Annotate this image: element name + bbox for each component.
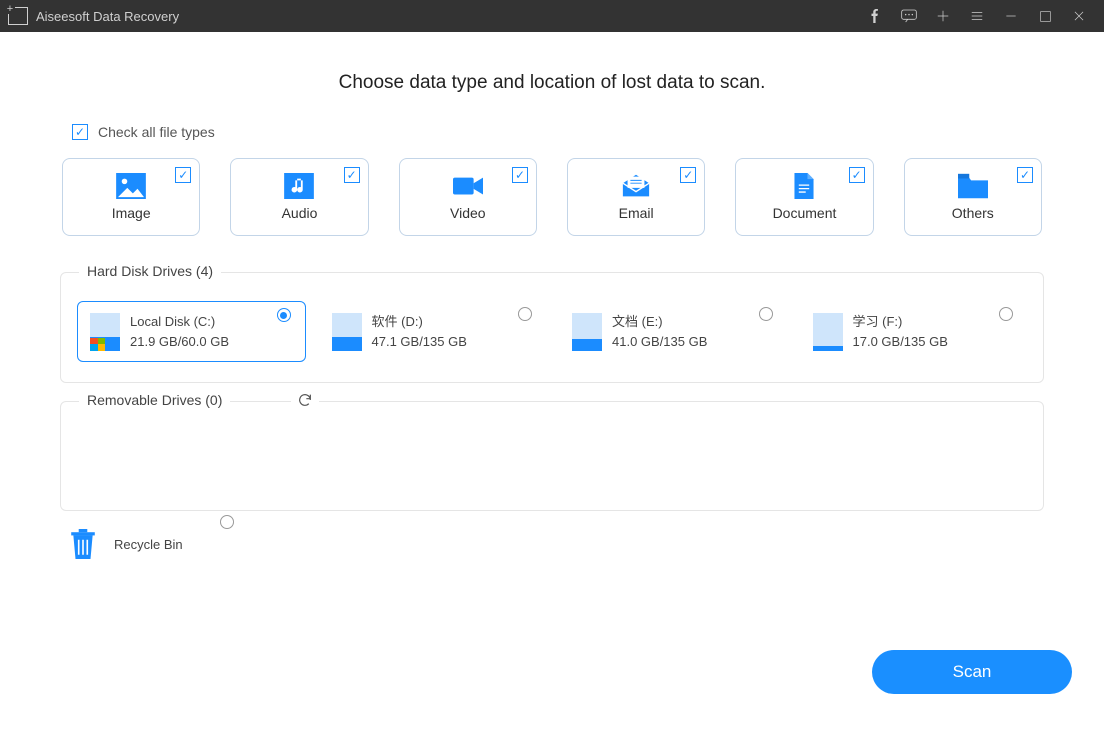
drive-usage: 17.0 GB/135 GB	[853, 332, 948, 352]
type-label: Email	[619, 205, 654, 221]
checkbox-icon[interactable]: ✓	[1017, 167, 1033, 183]
drive-name: Local Disk (C:)	[130, 312, 229, 332]
disk-icon	[90, 313, 120, 351]
drive-name: 文档 (E:)	[612, 312, 707, 332]
drive-text: 文档 (E:) 41.0 GB/135 GB	[612, 312, 707, 351]
hdd-section-title: Hard Disk Drives (4)	[79, 263, 221, 279]
disk-icon	[572, 313, 602, 351]
removable-section: Removable Drives (0)	[60, 401, 1044, 511]
radio-icon[interactable]	[220, 515, 234, 529]
type-card-audio[interactable]: ✓ Audio	[230, 158, 368, 236]
drive-card[interactable]: 文档 (E:) 41.0 GB/135 GB	[560, 301, 787, 362]
radio-icon[interactable]	[999, 307, 1013, 321]
type-card-document[interactable]: ✓ Document	[735, 158, 873, 236]
close-icon[interactable]	[1062, 0, 1096, 32]
recycle-bin-option[interactable]: Recycle Bin	[70, 529, 1044, 559]
drive-card[interactable]: Local Disk (C:) 21.9 GB/60.0 GB	[77, 301, 306, 362]
type-label: Video	[450, 205, 486, 221]
file-type-grid: ✓ Image ✓ Audio ✓ Video ✓ Email ✓ Docume…	[62, 158, 1042, 236]
type-label: Image	[112, 205, 151, 221]
recycle-label: Recycle Bin	[114, 537, 183, 552]
disk-icon	[332, 313, 362, 351]
check-all-label: Check all file types	[98, 124, 215, 140]
drive-name: 软件 (D:)	[372, 312, 467, 332]
type-label: Audio	[282, 205, 318, 221]
maximize-icon[interactable]	[1028, 0, 1062, 32]
drive-usage: 21.9 GB/60.0 GB	[130, 332, 229, 352]
checkbox-icon[interactable]: ✓	[72, 124, 88, 140]
type-label: Document	[773, 205, 837, 221]
drive-text: 学习 (F:) 17.0 GB/135 GB	[853, 312, 948, 351]
checkbox-icon[interactable]: ✓	[680, 167, 696, 183]
drive-usage: 41.0 GB/135 GB	[612, 332, 707, 352]
checkbox-icon[interactable]: ✓	[849, 167, 865, 183]
type-label: Others	[952, 205, 994, 221]
type-card-video[interactable]: ✓ Video	[399, 158, 537, 236]
radio-icon[interactable]	[518, 307, 532, 321]
page-heading: Choose data type and location of lost da…	[50, 72, 1054, 94]
checkbox-icon[interactable]: ✓	[344, 167, 360, 183]
type-card-email[interactable]: ✓ Email	[567, 158, 705, 236]
type-card-image[interactable]: ✓ Image	[62, 158, 200, 236]
app-title: Aiseesoft Data Recovery	[36, 9, 179, 24]
radio-icon[interactable]	[759, 307, 773, 321]
checkbox-icon[interactable]: ✓	[175, 167, 191, 183]
drive-card[interactable]: 软件 (D:) 47.1 GB/135 GB	[320, 301, 547, 362]
folder-icon	[958, 173, 988, 199]
refresh-icon[interactable]	[291, 392, 319, 413]
checkbox-icon[interactable]: ✓	[512, 167, 528, 183]
radio-icon[interactable]	[277, 308, 291, 322]
type-card-others[interactable]: ✓ Others	[904, 158, 1042, 236]
email-icon	[621, 173, 651, 199]
disk-icon	[813, 313, 843, 351]
drive-name: 学习 (F:)	[853, 312, 948, 332]
feedback-icon[interactable]	[892, 0, 926, 32]
titlebar: Aiseesoft Data Recovery	[0, 0, 1104, 32]
removable-section-title: Removable Drives (0)	[79, 392, 230, 408]
minimize-icon[interactable]	[994, 0, 1028, 32]
menu-icon[interactable]	[960, 0, 994, 32]
app-logo-icon	[8, 7, 28, 25]
audio-icon	[284, 173, 314, 199]
drive-usage: 47.1 GB/135 GB	[372, 332, 467, 352]
video-icon	[453, 173, 483, 199]
scan-button[interactable]: Scan	[872, 650, 1072, 694]
document-icon	[789, 173, 819, 199]
image-icon	[116, 173, 146, 199]
check-all-file-types[interactable]: ✓ Check all file types	[72, 124, 1054, 140]
plus-icon[interactable]	[926, 0, 960, 32]
hdd-section: Hard Disk Drives (4) Local Disk (C:) 21.…	[60, 272, 1044, 383]
facebook-icon[interactable]	[858, 0, 892, 32]
trash-icon	[70, 529, 96, 559]
drive-text: Local Disk (C:) 21.9 GB/60.0 GB	[130, 312, 229, 351]
drive-card[interactable]: 学习 (F:) 17.0 GB/135 GB	[801, 301, 1028, 362]
drive-text: 软件 (D:) 47.1 GB/135 GB	[372, 312, 467, 351]
